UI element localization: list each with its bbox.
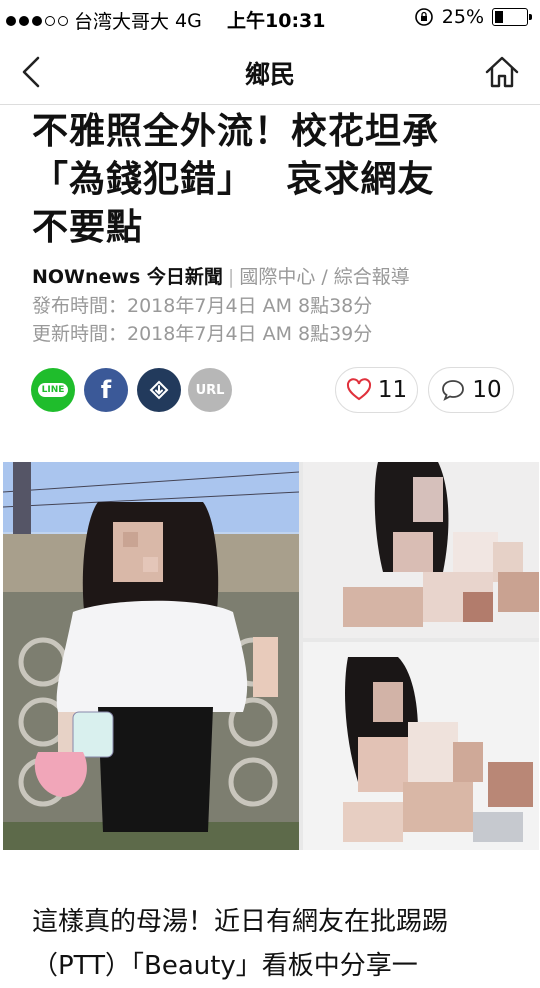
like-button[interactable]: 11 bbox=[335, 367, 418, 413]
photo-girl-outdoors bbox=[3, 462, 299, 850]
comment-icon bbox=[442, 380, 465, 401]
article-byline: 國際中心 / 綜合報導 bbox=[239, 266, 410, 288]
share-download-button[interactable] bbox=[137, 368, 181, 412]
comment-count: 10 bbox=[472, 377, 502, 403]
carrier-name: 台湾大哥大 bbox=[74, 11, 170, 33]
page-title: 鄉民 bbox=[244, 60, 295, 89]
share-line-button[interactable]: LINE bbox=[31, 368, 75, 412]
rotation-lock-icon bbox=[414, 8, 433, 26]
headline-line: 不要點 bbox=[32, 207, 144, 248]
download-icon bbox=[149, 380, 169, 400]
article-meta: NOWnews 今日新聞 | 國際中心 / 綜合報導 發布時間：2018年7月4日 … bbox=[32, 262, 522, 348]
status-left: 台湾大哥大 4G bbox=[6, 7, 202, 34]
photo-mosaic-top bbox=[303, 462, 539, 638]
status-right: 25% bbox=[414, 6, 532, 28]
network-type: 4G bbox=[175, 9, 202, 32]
line-icon: LINE bbox=[37, 383, 69, 397]
share-facebook-button[interactable]: f bbox=[84, 368, 128, 412]
article-body: 這樣真的母湯！近日有網友在批踢踢 （PTT）「Beauty」看板中分享一 bbox=[32, 900, 512, 988]
body-line: （PTT）「Beauty」看板中分享一 bbox=[32, 951, 418, 981]
signal-strength-icon bbox=[6, 15, 68, 26]
comment-button[interactable]: 10 bbox=[428, 367, 514, 413]
published-time: 發布時間：2018年7月4日 AM 8點38分 bbox=[32, 295, 373, 317]
updated-time: 更新時間：2018年7月4日 AM 8點39分 bbox=[32, 323, 373, 345]
url-label: URL bbox=[195, 382, 225, 398]
article-source[interactable]: NOWnews 今日新聞 bbox=[32, 266, 223, 288]
headline-line: 「為錢犯錯」 哀求網友 bbox=[32, 159, 435, 200]
heart-icon bbox=[346, 378, 371, 401]
article-image[interactable] bbox=[3, 462, 539, 850]
nav-bar: 鄉民 bbox=[0, 38, 540, 105]
facebook-icon: f bbox=[100, 376, 112, 404]
article-headline: 不雅照全外流！校花坦承 「為錢犯錯」 哀求網友 不要點 bbox=[32, 108, 512, 252]
share-url-button[interactable]: URL bbox=[188, 368, 232, 412]
meta-divider: | bbox=[227, 266, 235, 288]
battery-percent: 25% bbox=[441, 6, 484, 28]
battery-icon bbox=[492, 8, 532, 26]
home-icon[interactable] bbox=[482, 52, 522, 92]
photo-mosaic-bottom bbox=[303, 642, 539, 850]
status-bar: 台湾大哥大 4G 上午10:31 25% bbox=[0, 0, 540, 36]
status-time: 上午10:31 bbox=[227, 10, 326, 32]
body-line: 這樣真的母湯！近日有網友在批踢踢 bbox=[32, 907, 449, 937]
like-count: 11 bbox=[377, 377, 408, 403]
headline-line: 不雅照全外流！校花坦承 bbox=[32, 111, 440, 152]
